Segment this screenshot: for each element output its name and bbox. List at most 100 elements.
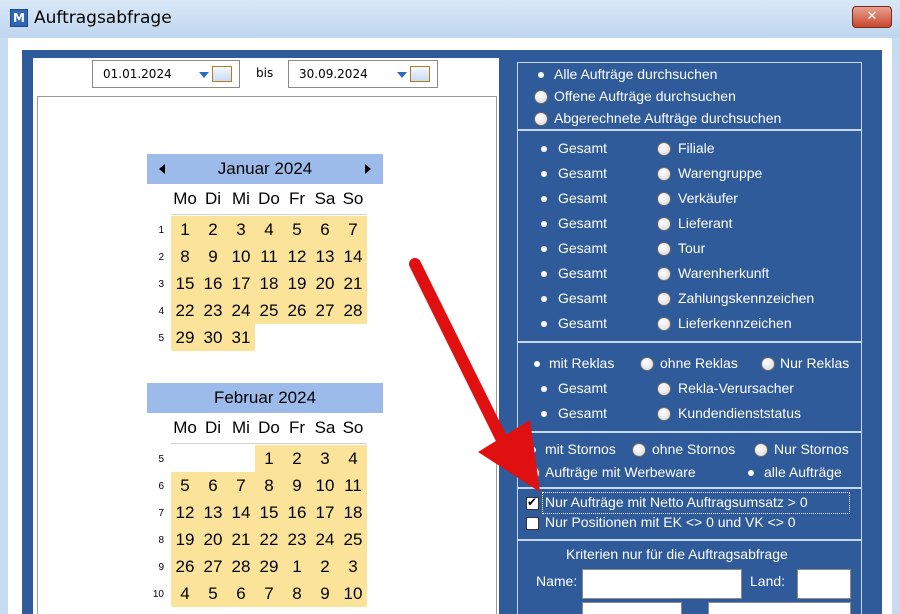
gesamt-radio[interactable]: [537, 192, 551, 206]
name-input[interactable]: [582, 569, 742, 599]
reklas-filter-radio[interactable]: [657, 407, 671, 421]
calendar-day[interactable]: 9: [283, 472, 311, 499]
calendar-day[interactable]: 8: [171, 243, 199, 270]
calendar-day[interactable]: 15: [255, 499, 283, 526]
gesamt-radio[interactable]: [537, 317, 551, 331]
calendar-day[interactable]: 7: [339, 216, 367, 243]
calendar-day[interactable]: 10: [227, 243, 255, 270]
calendar-day[interactable]: 11: [339, 472, 367, 499]
calendar-day[interactable]: 19: [171, 526, 199, 553]
calendar-day[interactable]: 16: [283, 499, 311, 526]
date-to-dropdown[interactable]: [397, 66, 431, 82]
search-scope-radio[interactable]: [534, 112, 548, 126]
date-from-dropdown[interactable]: [199, 66, 233, 82]
calendar-day[interactable]: 3: [227, 216, 255, 243]
calendar-day[interactable]: 4: [255, 216, 283, 243]
calendar-day[interactable]: 12: [171, 499, 199, 526]
calendar-day[interactable]: 1: [255, 445, 283, 472]
reklas-mode-radio[interactable]: [761, 357, 775, 371]
calendar-day[interactable]: 6: [227, 580, 255, 607]
calendar-day[interactable]: 13: [311, 243, 339, 270]
gesamt-radio[interactable]: [537, 167, 551, 181]
calendar-day[interactable]: 15: [171, 270, 199, 297]
calendar-day[interactable]: 6: [199, 472, 227, 499]
calendar-day[interactable]: 7: [255, 580, 283, 607]
calendar-day[interactable]: 14: [227, 499, 255, 526]
filter-radio[interactable]: [657, 167, 671, 181]
werbeware-radio[interactable]: [526, 466, 540, 480]
filter-checkbox[interactable]: [526, 495, 539, 510]
calendar-day[interactable]: 21: [339, 270, 367, 297]
title-bar[interactable]: M Auftragsabfrage ✕: [0, 0, 900, 38]
stornos-mode-radio[interactable]: [526, 443, 540, 457]
gesamt-radio[interactable]: [537, 142, 551, 156]
calendar-day[interactable]: 23: [283, 526, 311, 553]
calendar-day[interactable]: 10: [339, 580, 367, 607]
calendar-day[interactable]: 23: [199, 297, 227, 324]
calendar-day[interactable]: 30: [199, 324, 227, 351]
filter-radio[interactable]: [657, 142, 671, 156]
gesamt-radio[interactable]: [537, 217, 551, 231]
prev-month-icon[interactable]: [159, 164, 165, 174]
calendar-day[interactable]: 10: [311, 472, 339, 499]
calendar-day[interactable]: 2: [199, 216, 227, 243]
gesamt-radio[interactable]: [537, 267, 551, 281]
calendar-day[interactable]: 18: [255, 270, 283, 297]
calendar-day[interactable]: 28: [339, 297, 367, 324]
filter-radio[interactable]: [657, 292, 671, 306]
calendar-day[interactable]: 2: [283, 445, 311, 472]
calendar-day[interactable]: 20: [199, 526, 227, 553]
calendar-day[interactable]: 26: [171, 553, 199, 580]
calendar-day[interactable]: 4: [171, 580, 199, 607]
calendar-day[interactable]: 17: [227, 270, 255, 297]
calendar-day[interactable]: 24: [311, 526, 339, 553]
calendar-day[interactable]: 22: [255, 526, 283, 553]
calendar-day[interactable]: 29: [255, 553, 283, 580]
calendar-day[interactable]: 3: [339, 553, 367, 580]
date-from-field[interactable]: 01.01.2024: [92, 60, 240, 88]
gesamt-radio[interactable]: [537, 292, 551, 306]
calendar-day[interactable]: 7: [227, 472, 255, 499]
ort-input[interactable]: [708, 602, 851, 614]
calendar-day[interactable]: 26: [283, 297, 311, 324]
calendar-day[interactable]: 2: [311, 553, 339, 580]
calendar-day[interactable]: 20: [311, 270, 339, 297]
search-scope-radio[interactable]: [534, 90, 548, 104]
calendar-day[interactable]: 18: [339, 499, 367, 526]
filter-radio[interactable]: [657, 192, 671, 206]
reklas-mode-radio[interactable]: [640, 357, 654, 371]
calendar-day[interactable]: 6: [311, 216, 339, 243]
calendar-day[interactable]: 21: [227, 526, 255, 553]
filter-radio[interactable]: [657, 267, 671, 281]
filter-checkbox[interactable]: [526, 517, 539, 530]
filter-radio[interactable]: [657, 317, 671, 331]
calendar-day[interactable]: 24: [227, 297, 255, 324]
calendar-day[interactable]: 19: [283, 270, 311, 297]
search-scope-radio[interactable]: [534, 68, 548, 82]
calendar-day[interactable]: 8: [283, 580, 311, 607]
calendar-day[interactable]: 11: [255, 243, 283, 270]
close-button[interactable]: ✕: [852, 6, 892, 28]
calendar-day[interactable]: 27: [199, 553, 227, 580]
calendar-day[interactable]: 29: [171, 324, 199, 351]
calendar-day[interactable]: 16: [199, 270, 227, 297]
plz-input[interactable]: [582, 602, 682, 614]
calendar-day[interactable]: 13: [199, 499, 227, 526]
calendar-day[interactable]: 22: [171, 297, 199, 324]
calendar-day[interactable]: 4: [339, 445, 367, 472]
stornos-mode-radio[interactable]: [632, 443, 646, 457]
calendar-day[interactable]: 9: [199, 243, 227, 270]
calendar-day[interactable]: 25: [339, 526, 367, 553]
filter-radio[interactable]: [657, 242, 671, 256]
calendar-day[interactable]: 1: [171, 216, 199, 243]
calendar-day[interactable]: 1: [283, 553, 311, 580]
reklas-filter-radio[interactable]: [657, 382, 671, 396]
calendar-day[interactable]: 31: [227, 324, 255, 351]
calendar-day[interactable]: 12: [283, 243, 311, 270]
calendar-day[interactable]: 28: [227, 553, 255, 580]
date-to-field[interactable]: 30.09.2024: [288, 60, 438, 88]
next-month-icon[interactable]: [365, 164, 371, 174]
calendar-day[interactable]: 5: [171, 472, 199, 499]
gesamt-radio[interactable]: [537, 407, 551, 421]
calendar-day[interactable]: 25: [255, 297, 283, 324]
